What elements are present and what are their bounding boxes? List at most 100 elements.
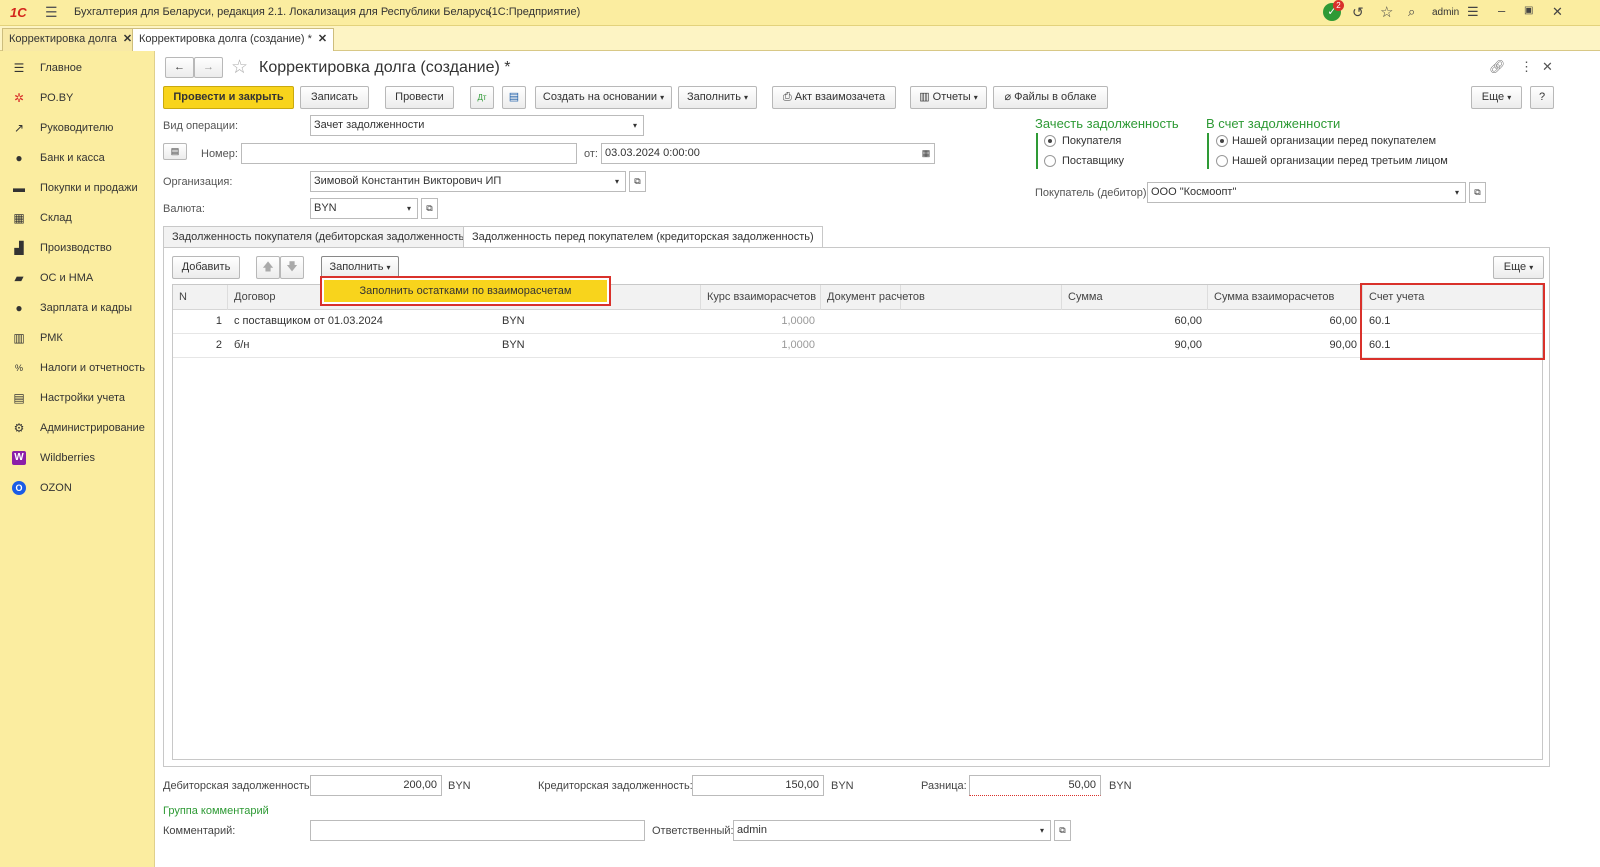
radio-our-org-buyer-label[interactable]: Нашей организации перед покупателем [1232,135,1436,147]
more-menu-icon[interactable]: ⋮ [1520,59,1533,75]
sidebar-item-sales[interactable]: ▬ Покупки и продажи [0,174,155,202]
currency-field[interactable]: BYN [310,198,402,219]
sidebar-item-warehouse[interactable]: ▦ Склад [0,204,155,232]
save-button[interactable]: Записать [300,86,369,109]
operation-field[interactable]: Зачет задолженности [310,115,628,136]
sidebar-item-ro[interactable]: ✲ РО.BY [0,84,155,112]
sidebar-item-taxes[interactable]: % Налоги и отчетность [0,354,155,382]
user-name[interactable]: admin [1432,7,1459,18]
history-icon[interactable]: ↺ [1352,4,1364,21]
currency-open-icon[interactable]: ⧉ [421,198,438,219]
back-button[interactable]: ← [165,57,194,78]
radio-supplier[interactable] [1044,155,1056,167]
radio-our-org-third[interactable] [1216,155,1228,167]
buyer-dropdown-icon[interactable]: ▾ [1449,182,1466,203]
notifications-count: 2 [1333,0,1344,11]
help-button[interactable]: ? [1530,86,1554,109]
forward-button[interactable]: → [194,57,223,78]
window-tab-2[interactable]: Корректировка долга (создание) * ✕ [132,28,335,52]
sidebar-item-label: Руководителю [40,122,114,134]
cell-rate: 1,0000 [781,315,815,327]
minimize-icon[interactable]: – [1498,3,1505,18]
sidebar-item-rmk[interactable]: ▥ РМК [0,324,155,352]
close-tab-icon[interactable]: ✕ [123,33,132,45]
search-icon[interactable]: ⌕ [1408,4,1415,20]
sidebar-item-salary[interactable]: ● Зарплата и кадры [0,294,155,322]
app-logo[interactable]: 1С [10,5,27,20]
table-row[interactable]: 1 с поставщиком от 01.03.2024 BYN 1,0000… [173,310,1542,334]
reports-button[interactable]: ▥ Отчеты ▾ [910,86,987,109]
offset-debt-title: Зачесть задолженность [1035,116,1179,131]
close-tab-icon[interactable]: ✕ [318,33,327,45]
currency-dropdown-icon[interactable]: ▾ [401,198,418,219]
cloud-files-button[interactable]: ⌀ Файлы в облаке [993,86,1108,109]
number-field[interactable] [241,143,577,164]
buyer-open-icon[interactable]: ⧉ [1469,182,1486,203]
radio-supplier-label[interactable]: Поставщику [1062,155,1124,167]
responsible-dropdown-icon[interactable]: ▾ [1034,820,1051,841]
act-button[interactable]: ⎙ Акт взаимозачета [772,86,896,109]
responsible-field[interactable]: admin [733,820,1035,841]
radio-buyer[interactable] [1044,135,1056,147]
main-menu-icon[interactable]: ☰ [45,4,58,21]
org-label: Организация: [163,176,233,188]
sidebar-item-settings[interactable]: ▤ Настройки учета [0,384,155,412]
table-row[interactable]: 2 б/н BYN 1,0000 90,00 90,00 60.1 [173,334,1542,358]
sidebar-item-wildberries[interactable]: W Wildberries [0,444,155,472]
close-form-icon[interactable]: ✕ [1542,59,1553,75]
restore-icon[interactable]: ▣ [1524,5,1533,16]
org-dropdown-icon[interactable]: ▾ [609,171,626,192]
sidebar-item-ozon[interactable]: O OZON [0,474,155,502]
post-button[interactable]: Провести [385,86,454,109]
radio-our-org-third-label[interactable]: Нашей организации перед третьим лицом [1232,155,1448,167]
sidebar-item-label: Администрирование [40,422,145,434]
tab-creditor[interactable]: Задолженность перед покупателем (кредито… [463,226,823,248]
calendar-icon[interactable]: ▦ [918,143,935,164]
favorites-icon[interactable]: ☆ [1380,3,1393,21]
column-header-sum[interactable]: Сумма [1062,285,1208,310]
more-button[interactable]: Еще ▾ [1471,86,1522,109]
sidebar-item-manager[interactable]: ↗ Руководителю [0,114,155,142]
add-row-button[interactable]: Добавить [172,256,240,279]
table-more-button[interactable]: Еще ▾ [1493,256,1544,279]
dt-kt-icon[interactable]: Дт [470,86,494,109]
fill-button[interactable]: Заполнить ▾ [678,86,757,109]
radio-our-org-buyer[interactable] [1216,135,1228,147]
sidebar-item-assets[interactable]: ▰ ОС и НМА [0,264,155,292]
sidebar-item-production[interactable]: ▟ Производство [0,234,155,262]
structure-icon[interactable]: ▤ [502,86,526,109]
sidebar-item-admin[interactable]: ⚙ Администрирование [0,414,155,442]
column-header-n[interactable]: N [173,285,228,310]
create-based-button[interactable]: Создать на основании ▾ [535,86,672,109]
settings-menu-icon[interactable]: ☰ [1467,4,1479,20]
sidebar-item-bank[interactable]: ● Банк и касса [0,144,155,172]
menu-icon: ☰ [13,61,25,75]
responsible-open-icon[interactable]: ⧉ [1054,820,1071,841]
chevron-down-icon: ▾ [1529,263,1534,272]
comment-group-link[interactable]: Группа комментарий [163,805,269,817]
window-tab-1[interactable]: Корректировка долга ✕ [2,28,140,51]
comment-toggle-icon[interactable]: ▤ [163,143,187,160]
tab-debitor[interactable]: Задолженность покупателя (дебиторская за… [163,226,477,248]
radio-buyer-label[interactable]: Покупателя [1062,135,1121,147]
buyer-field[interactable]: ООО "Космоопт" [1147,182,1450,203]
close-icon[interactable]: ✕ [1552,4,1563,20]
column-header-sum-settle[interactable]: Сумма взаиморасчетов [1208,285,1363,310]
sidebar-item-main[interactable]: ☰ Главное [0,54,155,82]
link-icon[interactable]: 🔗︎ [1489,59,1506,75]
comment-field[interactable] [310,820,645,841]
move-up-button[interactable]: 🡅︎ [256,256,280,279]
fill-by-balances-menu-item[interactable]: Заполнить остатками по взаиморасчетам [324,280,607,302]
post-and-close-button[interactable]: Провести и закрыть [163,86,294,109]
date-field[interactable]: 03.03.2024 0:00:00 [601,143,919,164]
move-down-button[interactable]: 🡇︎ [280,256,304,279]
column-header-document[interactable]: Документ расчетов [821,285,1062,310]
org-open-icon[interactable]: ⧉ [629,171,646,192]
org-field[interactable]: Зимовой Константин Викторович ИП [310,171,610,192]
operation-dropdown-icon[interactable]: ▾ [627,115,644,136]
table: N Договор Курс взаиморасчетов Курс взаим… [172,283,1545,760]
favorite-star-icon[interactable]: ☆ [231,56,248,79]
column-header-rate-visible[interactable]: Курс взаиморасчетов [701,285,821,310]
cell-document [821,310,1062,333]
sidebar-item-label: Налоги и отчетность [40,362,146,374]
